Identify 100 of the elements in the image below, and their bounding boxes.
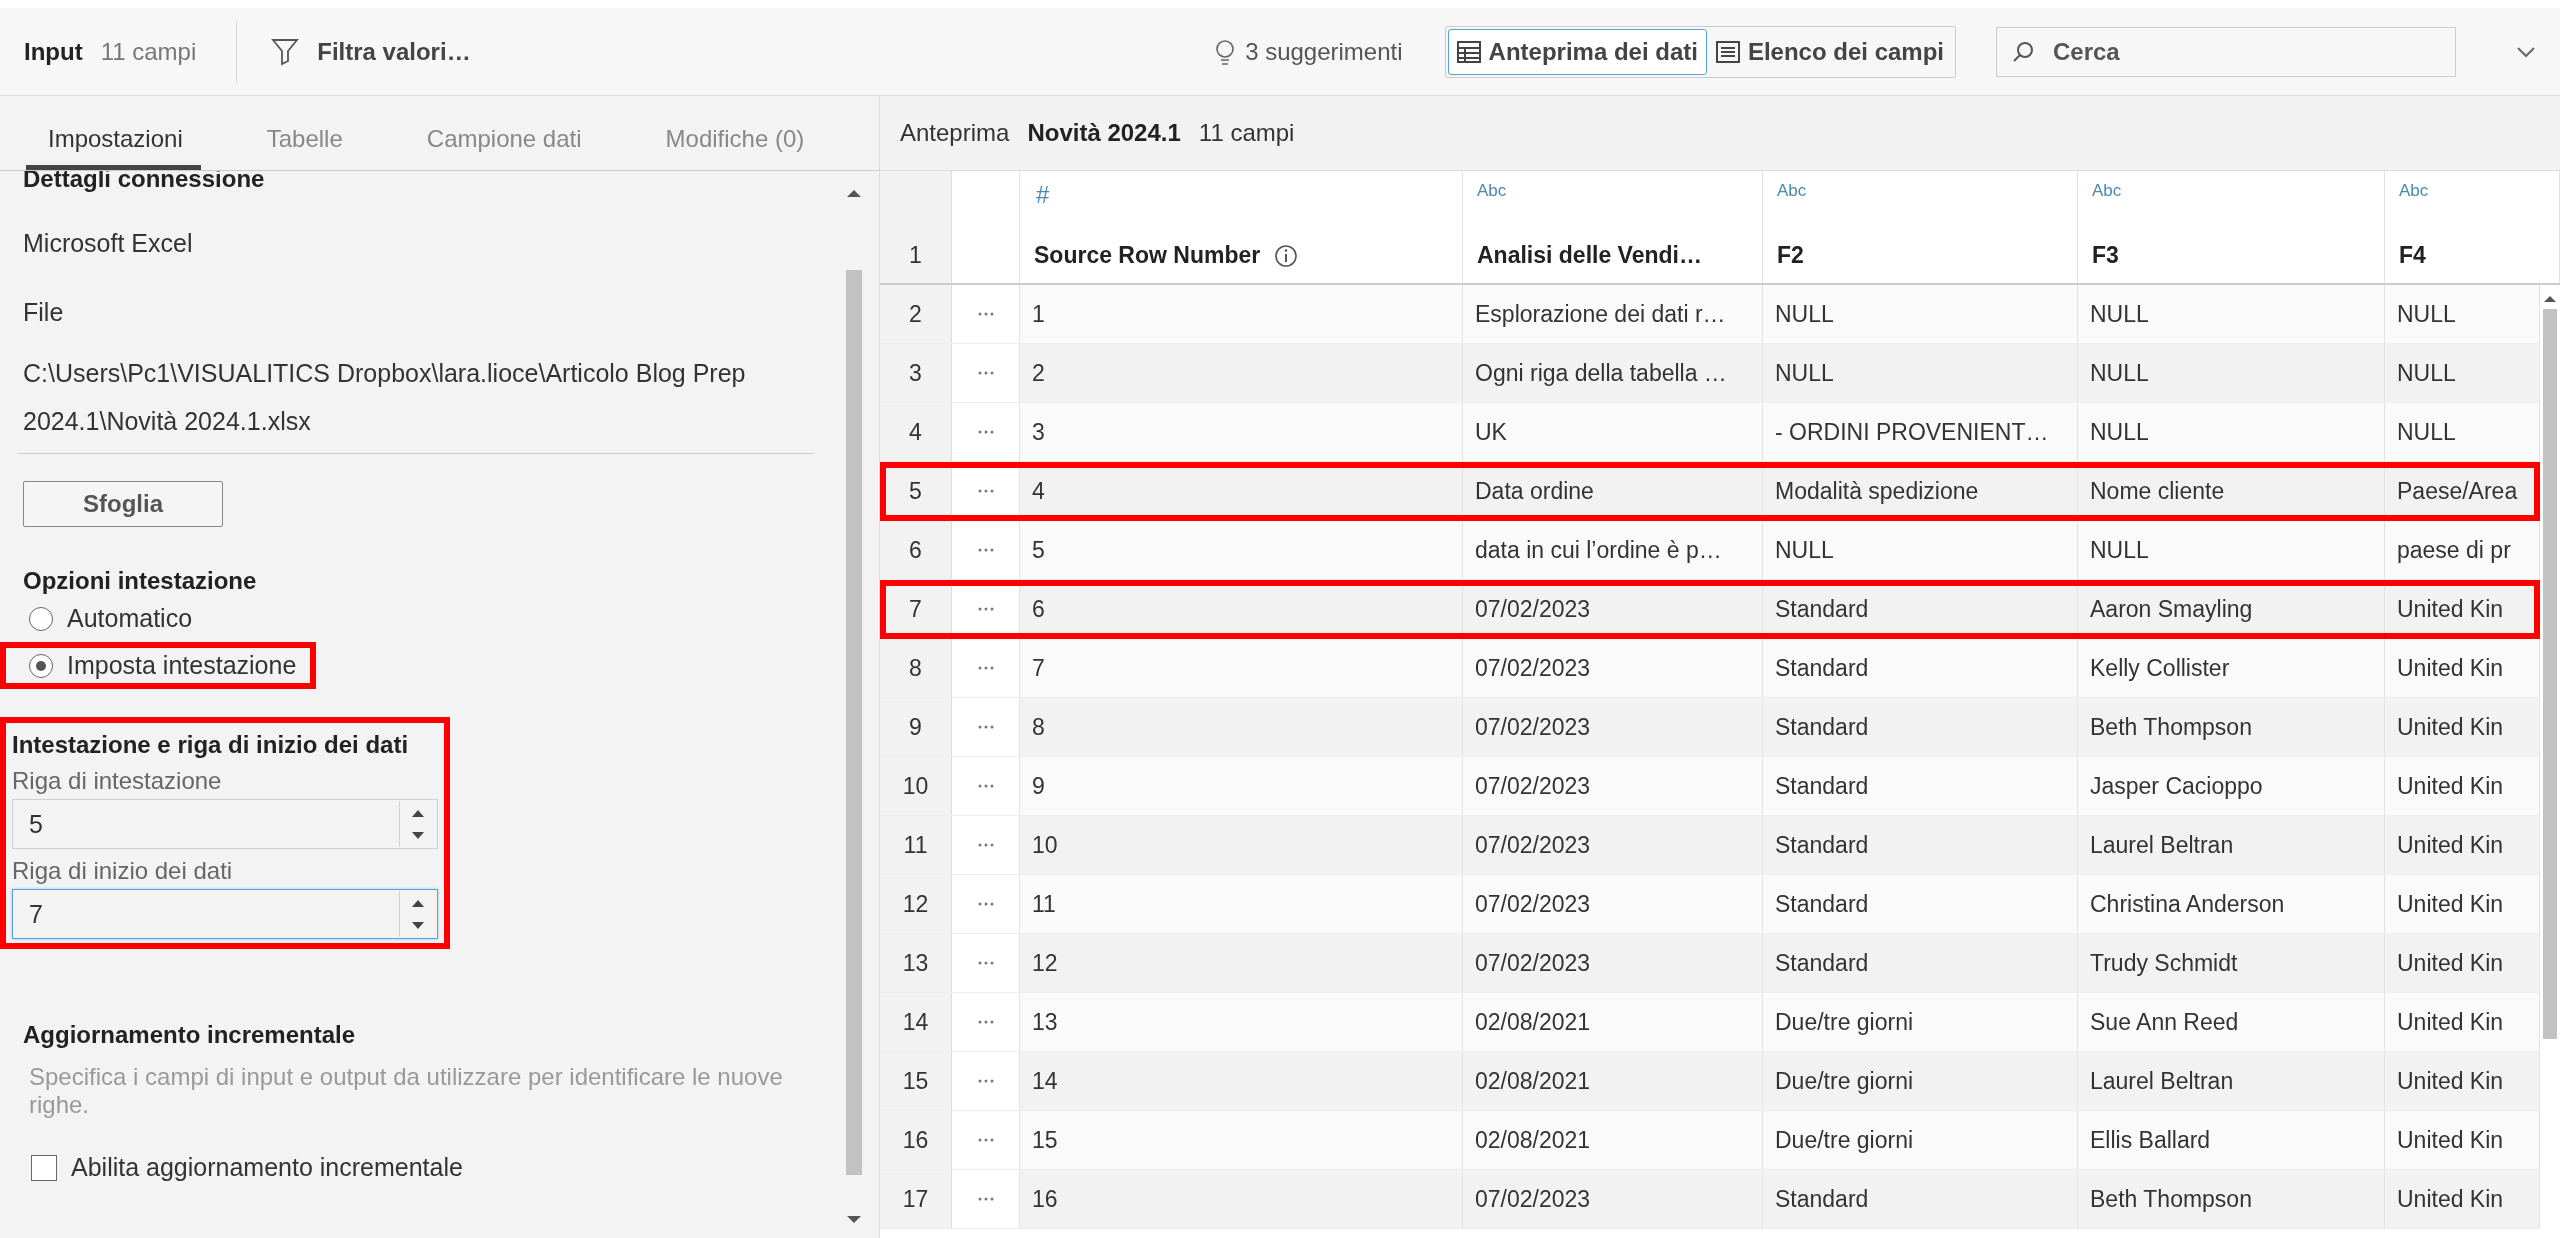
row-number: 12 [880, 875, 952, 933]
more-icon[interactable] [977, 961, 994, 965]
filter-button[interactable]: Filtra valori… [271, 36, 471, 67]
table-cell: 02/08/2021 [1463, 993, 1763, 1051]
column-header[interactable]: F3 [2092, 242, 2119, 269]
table-cell: Aaron Smayling [2078, 580, 2385, 638]
table-cell: Standard [1763, 875, 2078, 933]
row-number: 1 [880, 171, 952, 283]
table-cell: Standard [1763, 698, 2078, 756]
table-cell: 4 [1020, 462, 1463, 520]
table-cell: Modalità spedizione [1763, 462, 2078, 520]
suggestions-link[interactable]: 3 suggerimenti [1245, 37, 1403, 66]
field-label: File [23, 298, 65, 327]
table-cell: NULL [1763, 344, 2078, 402]
table-cell: Christina Anderson [2078, 875, 2385, 933]
section-heading: Opzioni intestazione [23, 567, 258, 595]
more-icon[interactable] [977, 843, 994, 847]
row-number: 10 [880, 757, 952, 815]
row-number: 6 [880, 521, 952, 579]
preview-label: Anteprima [900, 119, 1010, 147]
more-icon[interactable] [977, 312, 994, 316]
section-heading: Aggiornamento incrementale [23, 1021, 357, 1049]
browse-button[interactable]: Sfoglia [23, 481, 223, 527]
table-cell: 10 [1020, 816, 1463, 874]
number-input-field[interactable]: 7 [12, 889, 438, 939]
table-cell: 14 [1020, 1052, 1463, 1110]
more-icon[interactable] [977, 371, 994, 375]
more-icon[interactable] [977, 902, 994, 906]
settings-tab[interactable]: Impostazioni [26, 125, 201, 170]
table-cell: 02/08/2021 [1463, 1111, 1763, 1169]
field-count: 11 campi [1198, 119, 1295, 147]
column-header[interactable]: Source Row Number [1034, 242, 1261, 269]
data-type-label: # [1035, 181, 1051, 209]
table-cell: Trudy Schmidt [2078, 934, 2385, 992]
table-cell: NULL [2078, 521, 2385, 579]
scroll-up-icon [2544, 295, 2556, 303]
scrollbar-thumb[interactable] [2543, 309, 2557, 1039]
column-header[interactable]: F2 [1777, 242, 1804, 269]
radio-button[interactable] [29, 653, 53, 678]
column-header[interactable]: Analisi delle Vendi… [1477, 242, 1702, 269]
table-cell: Due/tre giorni [1763, 993, 2078, 1051]
radio-label[interactable]: Automatico [67, 604, 193, 633]
more-icon[interactable] [977, 430, 994, 434]
scroll-down-icon [847, 1215, 861, 1224]
column-header[interactable]: F4 [2399, 242, 2426, 269]
table-cell: Laurel Beltran [2078, 1052, 2385, 1110]
table-cell: - ORDINI PROVENIENT… [1763, 403, 2078, 461]
table-cell: Nome cliente [2078, 462, 2385, 520]
radio-button[interactable] [29, 606, 53, 631]
table-cell: Esplorazione dei dati r… [1463, 285, 1763, 343]
table-cell: 02/08/2021 [1463, 1052, 1763, 1110]
table-cell: Ellis Ballard [2078, 1111, 2385, 1169]
list-icon [1715, 39, 1740, 64]
table-cell: Standard [1763, 934, 2078, 992]
table-cell: 3 [1020, 403, 1463, 461]
number-input-field[interactable]: 5 [12, 799, 438, 849]
field-count: 11 campi [100, 37, 197, 66]
lightbulb-icon [1215, 38, 1236, 65]
more-icon[interactable] [977, 607, 994, 611]
table-cell: 07/02/2023 [1463, 757, 1763, 815]
chevron-down-icon[interactable] [2516, 45, 2536, 58]
more-icon[interactable] [977, 725, 994, 729]
checkbox[interactable] [31, 1154, 57, 1181]
table-cell: Due/tre giorni [1763, 1052, 2078, 1110]
more-icon[interactable] [977, 1079, 994, 1083]
section-heading: Intestazione e riga di inizio dei dati [12, 731, 410, 759]
table-name: Novità 2024.1 [1027, 119, 1181, 147]
table-cell: 15 [1020, 1111, 1463, 1169]
table-cell: Standard [1763, 816, 2078, 874]
table-cell: Laurel Beltran [2078, 816, 2385, 874]
more-icon[interactable] [977, 1197, 994, 1201]
more-icon[interactable] [977, 1138, 994, 1142]
more-icon[interactable] [977, 489, 994, 493]
more-icon[interactable] [977, 1020, 994, 1024]
table-cell: 8 [1020, 698, 1463, 756]
more-icon[interactable] [977, 666, 994, 670]
checkbox-label[interactable]: Abilita aggiornamento incrementale [71, 1153, 463, 1182]
table-cell: 07/02/2023 [1463, 934, 1763, 992]
table-cell: 12 [1020, 934, 1463, 992]
more-icon[interactable] [977, 548, 994, 552]
row-number: 2 [880, 285, 952, 343]
table-cell: NULL [2078, 344, 2385, 402]
table-cell: Beth Thompson [2078, 698, 2385, 756]
scrollbar-thumb[interactable] [846, 270, 862, 1175]
table-icon [1456, 39, 1481, 64]
row-number: 14 [880, 993, 952, 1051]
table-cell: Kelly Collister [2078, 639, 2385, 697]
table-cell: NULL [2078, 285, 2385, 343]
view-toggle-button[interactable]: Elenco dei campi [1706, 28, 1953, 75]
radio-label[interactable]: Imposta intestazione [67, 651, 297, 680]
table-cell: NULL [1763, 285, 2078, 343]
table-cell: 9 [1020, 757, 1463, 815]
table-cell: 16 [1020, 1170, 1463, 1228]
info-icon [1274, 243, 1299, 268]
table-cell: Ogni riga della tabella … [1463, 344, 1763, 402]
field-label: Riga di intestazione [12, 767, 223, 795]
search-field[interactable]: Cerca [1996, 26, 2456, 77]
view-toggle-button[interactable]: Anteprima dei dati [1447, 28, 1707, 75]
more-icon[interactable] [977, 784, 994, 788]
panel-title: Input [24, 37, 83, 66]
